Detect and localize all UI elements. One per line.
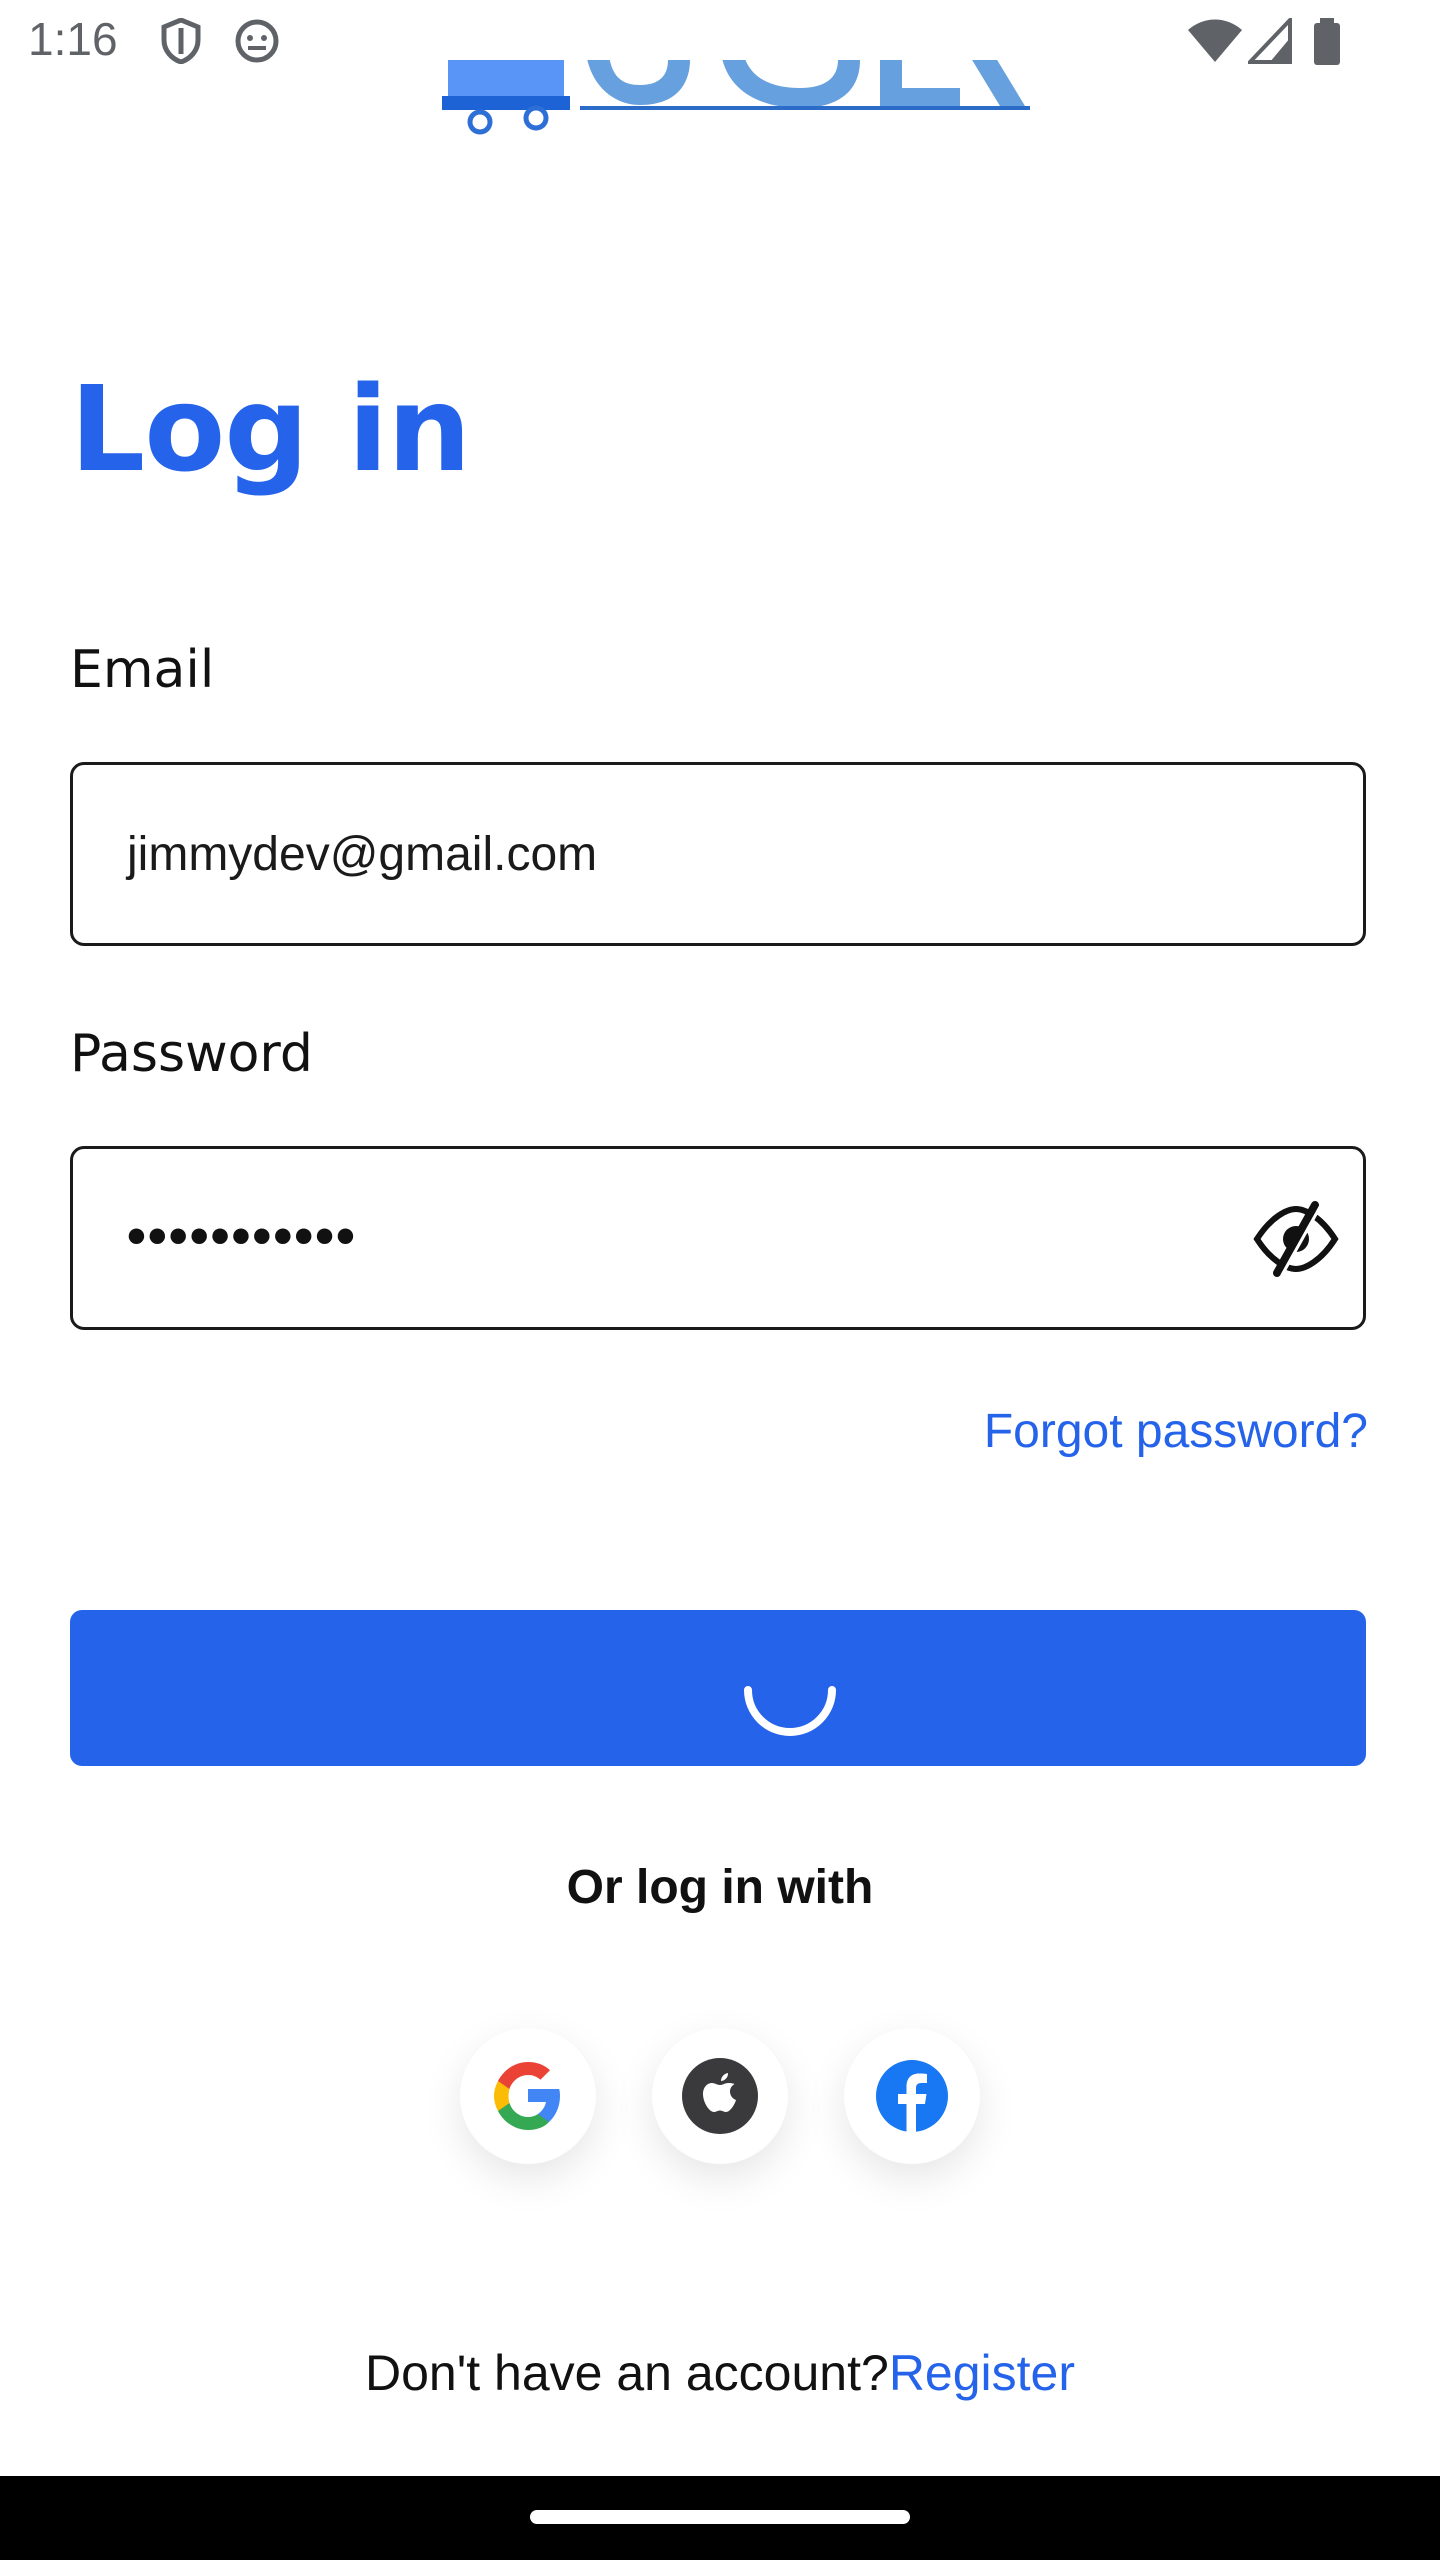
login-button[interactable] [70, 1610, 1366, 1766]
wifi-icon [1188, 19, 1242, 62]
password-field[interactable]: ••••••••••• [70, 1146, 1366, 1330]
system-nav-bar [0, 2476, 1440, 2560]
eye-off-icon[interactable] [1251, 1199, 1341, 1279]
battery-icon [1314, 18, 1340, 65]
email-label: Email [70, 640, 215, 700]
app-logo [440, 60, 1040, 140]
apple-icon [682, 2058, 758, 2134]
password-label: Password [70, 1024, 313, 1084]
signal-icon [1248, 18, 1292, 64]
facebook-login-button[interactable] [844, 2028, 980, 2164]
google-icon [494, 2062, 560, 2130]
cart-logo-icon [442, 60, 1030, 135]
email-value: jimmydev@gmail.com [127, 828, 598, 881]
register-prompt-text: Don't have an account? [365, 2345, 889, 2401]
register-link[interactable]: Register [889, 2345, 1075, 2401]
status-time: 1:16 [28, 13, 118, 65]
apple-login-button[interactable] [652, 2028, 788, 2164]
loading-spinner-icon [744, 1686, 836, 1736]
home-indicator[interactable] [530, 2510, 910, 2524]
email-field[interactable]: jimmydev@gmail.com [70, 762, 1366, 946]
shield-icon [161, 18, 201, 64]
google-login-button[interactable] [460, 2028, 596, 2164]
page-title: Log in [70, 360, 471, 498]
forgot-password-link[interactable]: Forgot password? [984, 1404, 1368, 1459]
login-screen: 1:16 Log in Email jimmydev@gmail.com Pas… [0, 0, 1440, 2560]
social-login-caption: Or log in with [566, 1861, 874, 1914]
register-prompt: Don't have an account?Register [0, 2344, 1440, 2402]
debug-icon [235, 19, 279, 63]
password-value: ••••••••••• [127, 1206, 357, 1266]
facebook-icon [876, 2060, 948, 2132]
